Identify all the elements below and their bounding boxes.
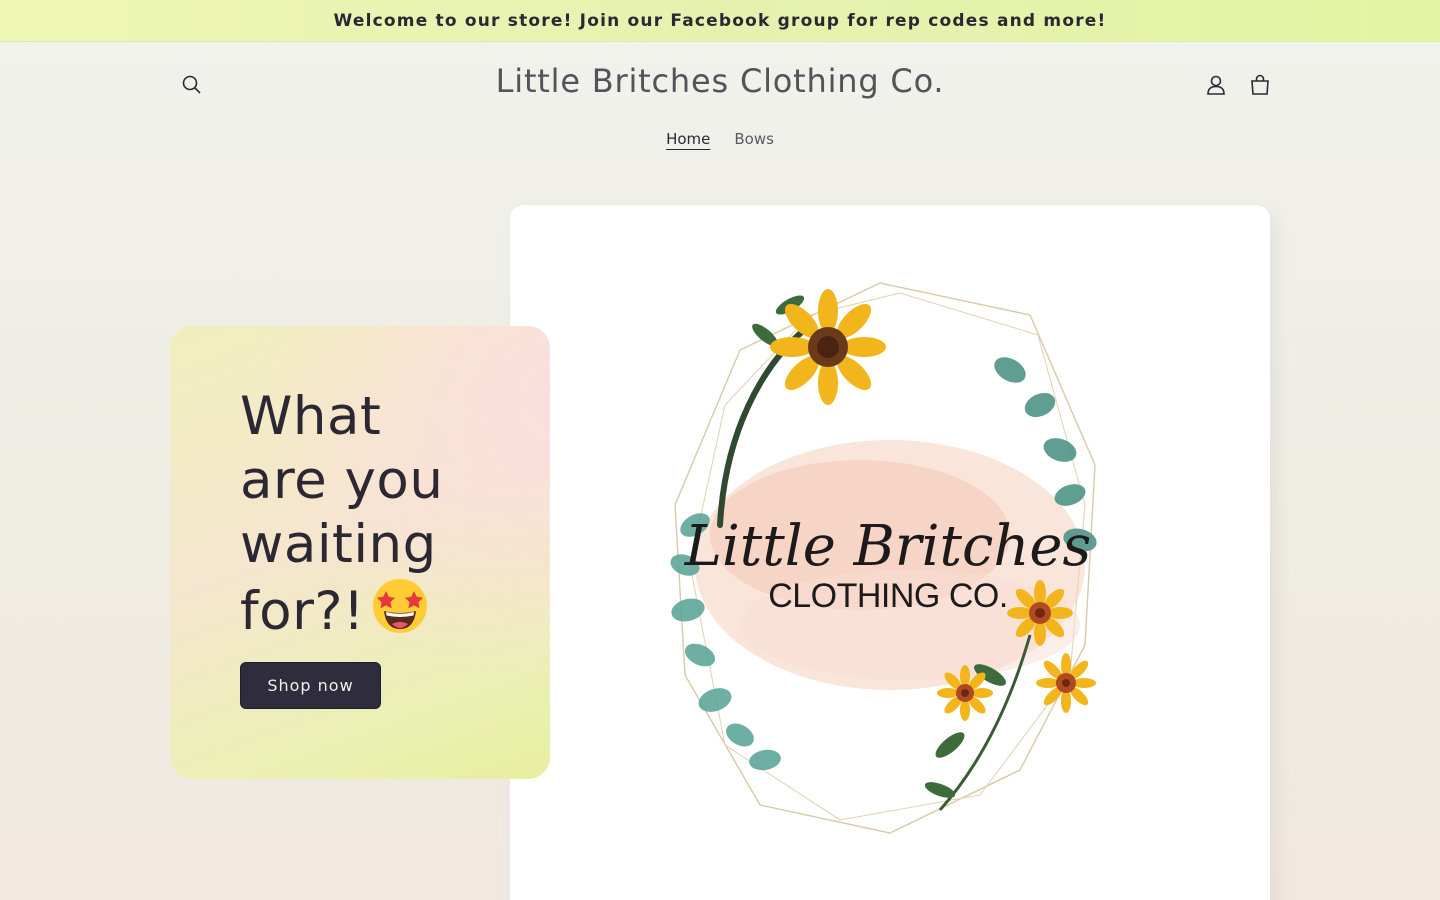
nav-item-home[interactable]: Home [666, 128, 710, 150]
brand-logo-illustration: Little Britches CLOTHING CO. [670, 282, 1097, 834]
hero-heading-line: waiting [240, 514, 437, 575]
image-logo-title: Little Britches [684, 514, 1092, 579]
hero-heading-line: for?! [240, 581, 365, 642]
star-struck-emoji-icon [371, 577, 429, 650]
account-icon[interactable] [1196, 65, 1236, 105]
announcement-bar: Welcome to our store! Join our Facebook … [0, 0, 1440, 42]
image-logo-subtitle: CLOTHING CO. [768, 577, 1008, 615]
announcement-text: Welcome to our store! Join our Facebook … [333, 10, 1107, 31]
hero-image: Little Britches CLOTHING CO. [510, 205, 1270, 900]
hero-heading-line: What [240, 386, 382, 447]
shop-now-button[interactable]: Shop now [240, 662, 381, 709]
cart-icon[interactable] [1240, 65, 1280, 105]
hero-heading: What are you waiting for?! [240, 385, 540, 650]
main-nav: Home Bows [0, 128, 1440, 150]
hero-heading-line: are you [240, 450, 444, 511]
nav-item-bows[interactable]: Bows [734, 128, 774, 150]
